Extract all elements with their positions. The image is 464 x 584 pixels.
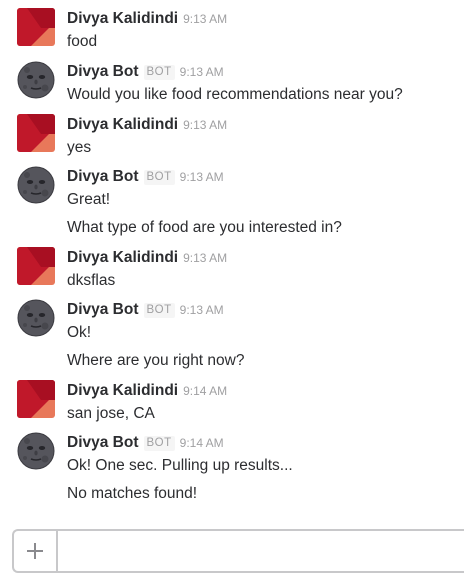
avatar[interactable] — [17, 299, 55, 337]
message-text: Great! — [67, 191, 111, 208]
message-text: No matches found! — [67, 485, 198, 502]
moon-face-icon — [17, 61, 55, 99]
message-text: Where are you right now? — [67, 352, 245, 369]
moon-face-icon — [17, 299, 55, 337]
message-header: Divya Bot BOT 9:14 AM — [67, 433, 224, 453]
avatar[interactable] — [17, 432, 55, 470]
message-input[interactable] — [60, 531, 460, 571]
timestamp[interactable]: 9:13 AM — [183, 12, 227, 26]
message-header: Divya Kalidindi 9:13 AM — [67, 9, 227, 29]
moon-face-icon — [17, 432, 55, 470]
timestamp[interactable]: 9:14 AM — [183, 384, 227, 398]
bot-badge: BOT — [143, 65, 175, 80]
avatar[interactable] — [17, 380, 55, 418]
bot-badge: BOT — [143, 170, 175, 185]
message-composer — [12, 529, 464, 573]
message-text: What type of food are you interested in? — [67, 219, 342, 236]
sender-name[interactable]: Divya Kalidindi — [67, 10, 178, 27]
moon-face-icon — [17, 166, 55, 204]
avatar[interactable] — [17, 166, 55, 204]
attach-button[interactable] — [14, 531, 58, 571]
timestamp[interactable]: 9:13 AM — [183, 118, 227, 132]
timestamp[interactable]: 9:13 AM — [183, 251, 227, 265]
sender-name[interactable]: Divya Kalidindi — [67, 382, 178, 399]
message-text: Ok! — [67, 324, 92, 341]
message-text: dksflas — [67, 272, 116, 289]
user-avatar-icon — [17, 8, 55, 46]
avatar[interactable] — [17, 61, 55, 99]
message-text: food — [67, 33, 98, 50]
avatar[interactable] — [17, 8, 55, 46]
message-text: Would you like food recommendations near… — [67, 86, 403, 103]
message-header: Divya Bot BOT 9:13 AM — [67, 62, 224, 82]
timestamp[interactable]: 9:14 AM — [180, 436, 224, 450]
user-avatar-icon — [17, 114, 55, 152]
avatar[interactable] — [17, 247, 55, 285]
bot-badge: BOT — [143, 303, 175, 318]
message-text: Ok! One sec. Pulling up results... — [67, 457, 293, 474]
message-header: Divya Kalidindi 9:13 AM — [67, 115, 227, 135]
plus-icon — [27, 543, 43, 559]
sender-name[interactable]: Divya Bot — [67, 434, 139, 451]
message-text: yes — [67, 139, 92, 156]
message-text: san jose, CA — [67, 405, 155, 422]
timestamp[interactable]: 9:13 AM — [180, 65, 224, 79]
sender-name[interactable]: Divya Bot — [67, 63, 139, 80]
timestamp[interactable]: 9:13 AM — [180, 303, 224, 317]
message-header: Divya Bot BOT 9:13 AM — [67, 167, 224, 187]
timestamp[interactable]: 9:13 AM — [180, 170, 224, 184]
sender-name[interactable]: Divya Bot — [67, 301, 139, 318]
avatar[interactable] — [17, 114, 55, 152]
message-header: Divya Kalidindi 9:13 AM — [67, 248, 227, 268]
sender-name[interactable]: Divya Kalidindi — [67, 249, 178, 266]
bot-badge: BOT — [143, 436, 175, 451]
sender-name[interactable]: Divya Bot — [67, 168, 139, 185]
user-avatar-icon — [17, 380, 55, 418]
message-header: Divya Kalidindi 9:14 AM — [67, 381, 227, 401]
message-header: Divya Bot BOT 9:13 AM — [67, 300, 224, 320]
user-avatar-icon — [17, 247, 55, 285]
sender-name[interactable]: Divya Kalidindi — [67, 116, 178, 133]
